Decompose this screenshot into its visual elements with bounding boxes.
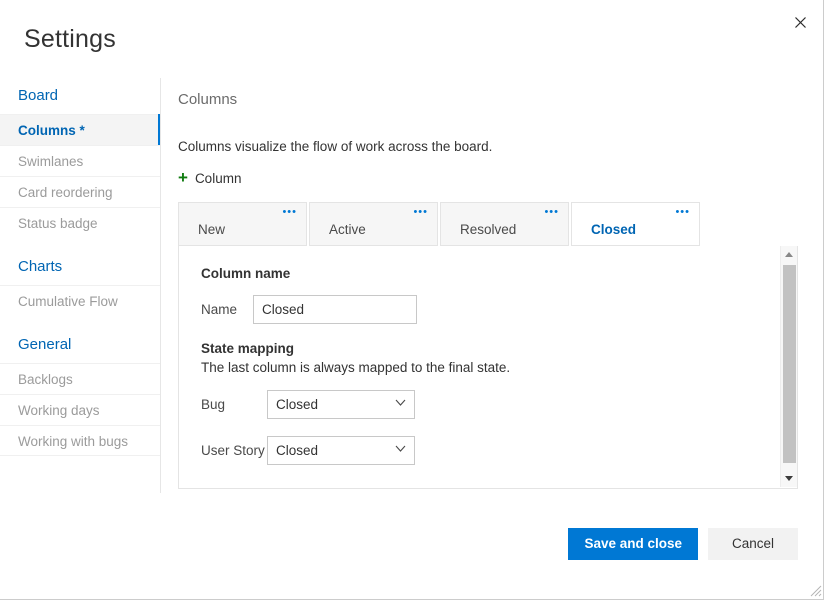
state-mapping-heading: State mapping <box>201 341 295 356</box>
sidebar-item-cumulative-flow[interactable]: Cumulative Flow <box>0 285 160 316</box>
tab-closed[interactable]: ••• Closed <box>571 202 700 246</box>
user-story-state-value: Closed <box>276 443 319 458</box>
sidebar-item-label: Backlogs <box>18 372 73 387</box>
sidebar-item-label: Working with bugs <box>18 434 129 449</box>
dialog-footer: Save and close Cancel <box>0 492 824 599</box>
panel-scrollbar[interactable] <box>780 246 797 487</box>
name-field-row: Name <box>201 295 797 324</box>
tab-label: Closed <box>591 222 637 237</box>
nav-group-charts: Charts Cumulative Flow <box>0 249 160 316</box>
panel-body: Column name Name State mapping The last … <box>179 246 797 465</box>
mapping-row-bug: Bug Closed <box>201 390 797 419</box>
footer-button-row: Save and close Cancel <box>568 528 798 560</box>
scroll-up-arrow-icon[interactable] <box>781 246 797 263</box>
sidebar-item-label: Cumulative Flow <box>18 294 118 309</box>
column-settings-panel: Column name Name State mapping The last … <box>178 246 798 489</box>
sidebar-item-status-badge[interactable]: Status badge <box>0 207 160 238</box>
user-story-state-select[interactable]: Closed <box>267 436 415 465</box>
chevron-down-icon <box>395 399 406 409</box>
sidebar-item-working-days[interactable]: Working days <box>0 394 160 425</box>
add-column-label: Column <box>194 171 242 186</box>
cancel-button[interactable]: Cancel <box>708 528 798 560</box>
sidebar-item-label: Swimlanes <box>18 154 84 169</box>
settings-sidebar: Board Columns * Swimlanes Card reorderin… <box>0 78 161 493</box>
mapping-label: Bug <box>201 396 226 412</box>
content-description: Columns visualize the flow of work acros… <box>178 139 493 154</box>
page-title: Settings <box>24 25 116 53</box>
settings-content: Columns Columns visualize the flow of wo… <box>178 90 798 490</box>
sidebar-item-swimlanes[interactable]: Swimlanes <box>0 145 160 176</box>
bug-state-select[interactable]: Closed <box>267 390 415 419</box>
tab-label: Resolved <box>460 222 517 237</box>
close-icon[interactable] <box>784 6 816 38</box>
tab-resolved[interactable]: ••• Resolved <box>440 202 569 246</box>
close-glyph <box>794 16 806 28</box>
column-tabs: ••• New ••• Active ••• Resolved ••• Clos… <box>178 202 798 246</box>
save-and-close-button[interactable]: Save and close <box>568 528 698 560</box>
resize-grip-icon[interactable] <box>808 583 822 597</box>
tab-context-menu-icon[interactable]: ••• <box>282 206 297 218</box>
tab-new[interactable]: ••• New <box>178 202 307 246</box>
mapping-label: User Story <box>201 442 265 458</box>
tab-context-menu-icon[interactable]: ••• <box>544 206 559 218</box>
nav-group-header: Board <box>18 87 59 104</box>
add-column-button[interactable]: + Column <box>178 168 242 187</box>
tab-context-menu-icon[interactable]: ••• <box>413 206 428 218</box>
content-heading: Columns <box>178 91 238 108</box>
scroll-down-arrow-icon[interactable] <box>781 470 797 487</box>
sidebar-item-label: Working days <box>18 403 100 418</box>
plus-icon: + <box>178 168 188 187</box>
mapping-row-user-story: User Story Closed <box>201 436 797 465</box>
nav-group-general: General Backlogs Working days Working wi… <box>0 327 160 456</box>
tab-label: Active <box>329 222 366 237</box>
tab-active[interactable]: ••• Active <box>309 202 438 246</box>
sidebar-item-working-with-bugs[interactable]: Working with bugs <box>0 425 160 456</box>
sidebar-item-label: Card reordering <box>18 185 113 200</box>
sidebar-item-label: Columns * <box>18 123 85 138</box>
tab-context-menu-icon[interactable]: ••• <box>675 206 690 218</box>
column-name-heading: Column name <box>201 266 291 281</box>
scrollbar-thumb[interactable] <box>783 265 796 463</box>
sidebar-item-card-reordering[interactable]: Card reordering <box>0 176 160 207</box>
bug-state-value: Closed <box>276 397 319 412</box>
name-label: Name <box>201 301 238 317</box>
settings-dialog: Settings Board Columns * Swimlanes Card … <box>0 0 824 600</box>
nav-group-header: General <box>18 336 72 353</box>
column-name-input[interactable] <box>253 295 417 324</box>
tab-label: New <box>198 222 226 237</box>
sidebar-item-columns[interactable]: Columns * <box>0 114 160 145</box>
nav-group-board: Board Columns * Swimlanes Card reorderin… <box>0 78 160 238</box>
resize-grip-glyph <box>810 585 822 597</box>
state-mapping-note: The last column is always mapped to the … <box>201 360 511 375</box>
sidebar-item-backlogs[interactable]: Backlogs <box>0 363 160 394</box>
nav-group-header: Charts <box>18 258 63 275</box>
sidebar-item-label: Status badge <box>18 216 98 231</box>
chevron-down-icon <box>395 445 406 455</box>
dialog-header: Settings <box>0 0 824 78</box>
